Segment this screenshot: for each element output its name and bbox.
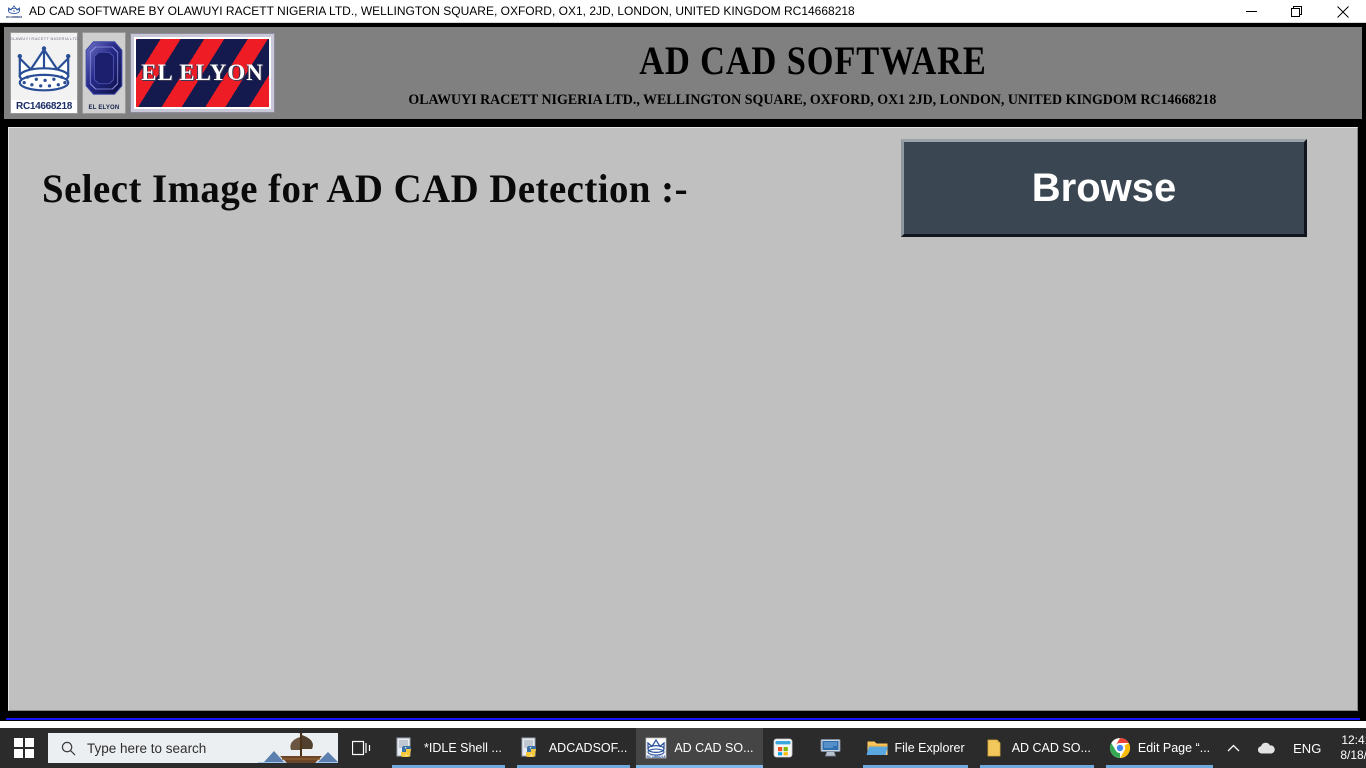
crown-logo: OLAWUYI RACETT NIGERIA LTD RC14668218 — [10, 32, 78, 114]
crown-glyph — [8, 5, 20, 14]
start-button[interactable] — [0, 728, 48, 768]
taskbar-item-idle-shell[interactable]: *IDLE Shell ... — [386, 728, 511, 768]
chevron-up-icon — [1227, 744, 1240, 751]
browse-button[interactable]: Browse — [901, 139, 1307, 237]
main-content-panel: Select Image for AD CAD Detection :- Bro… — [8, 127, 1358, 711]
this-pc-icon — [819, 737, 841, 759]
accent-underline — [6, 718, 1360, 720]
gem-logo: EL ELYON — [82, 32, 126, 114]
minimize-icon — [1245, 11, 1257, 12]
system-tray: ENG 12:41 PM 8/18/2024 — [1219, 728, 1366, 768]
taskbar-item-chrome[interactable]: Edit Page “... — [1100, 728, 1219, 768]
python-idle-icon — [395, 737, 417, 759]
titlebar-icon-regnum: RC14668218 — [6, 15, 22, 19]
app-banner: OLAWUYI RACETT NIGERIA LTD RC14668218 EL… — [4, 27, 1362, 119]
close-button[interactable] — [1320, 0, 1366, 23]
taskbar-item-label: AD CAD SO... — [674, 741, 754, 755]
taskbar-item-this-pc[interactable] — [810, 728, 857, 768]
taskbar-item-ad-cad-folder[interactable]: AD CAD SO... — [974, 728, 1100, 768]
el-elyon-banner-text: EL ELYON — [141, 60, 264, 85]
restore-button[interactable] — [1274, 0, 1320, 23]
taskbar-item-microsoft-store[interactable] — [763, 728, 810, 768]
search-placeholder: Type here to search — [87, 740, 207, 756]
task-view-icon — [352, 740, 371, 756]
gem-icon — [85, 41, 123, 95]
banner-subtitle: OLAWUYI RACETT NIGERIA LTD., WELLINGTON … — [408, 91, 1217, 108]
window-titlebar[interactable]: RC14668218 AD CAD SOFTWARE BY OLAWUYI RA… — [0, 0, 1366, 23]
banner-text-block: AD CAD SOFTWARE OLAWUYI RACETT NIGERIA L… — [275, 27, 1362, 119]
chrome-icon — [1109, 737, 1131, 759]
taskbar-item-adcadsoftware-py[interactable]: ADCADSOF... — [511, 728, 637, 768]
minimize-button[interactable] — [1228, 0, 1274, 23]
svg-text:RC14668218: RC14668218 — [647, 755, 666, 759]
window-title: AD CAD SOFTWARE BY OLAWUYI RACETT NIGERI… — [29, 4, 855, 18]
microsoft-store-icon — [772, 737, 794, 759]
onedrive-cloud-icon — [1258, 742, 1275, 754]
taskbar-item-label: Edit Page “... — [1137, 741, 1211, 755]
python-idle-icon — [520, 737, 542, 759]
search-icon — [61, 741, 76, 755]
ad-cad-app-icon: RC14668218 — [6, 3, 22, 19]
taskbar-item-label: AD CAD SO... — [1011, 741, 1091, 755]
taskbar-item-label: File Explorer — [894, 741, 965, 755]
clock-date: 8/18/2024 — [1340, 748, 1366, 762]
application-window: OLAWUYI RACETT NIGERIA LTD RC14668218 EL… — [0, 23, 1366, 721]
el-elyon-stripes: EL ELYON — [134, 37, 271, 109]
show-hidden-icons-button[interactable] — [1219, 728, 1248, 768]
crown-icon — [17, 46, 71, 92]
window-controls — [1228, 0, 1366, 23]
logo-strip: OLAWUYI RACETT NIGERIA LTD RC14668218 EL… — [4, 27, 275, 119]
language-indicator[interactable]: ENG — [1284, 741, 1330, 756]
search-input[interactable]: Type here to search — [48, 733, 338, 763]
search-ship-illustration — [258, 733, 338, 763]
windows-start-icon — [14, 738, 34, 758]
taskbar-item-ad-cad-software[interactable]: RC14668218 AD CAD SO... — [636, 728, 763, 768]
taskbar-item-file-explorer[interactable]: File Explorer — [857, 728, 974, 768]
browse-button-label: Browse — [1031, 165, 1177, 210]
taskbar-item-label: *IDLE Shell ... — [424, 741, 502, 755]
folder-icon — [983, 737, 1005, 759]
onedrive-button[interactable] — [1248, 728, 1284, 768]
crown-logo-regnum: RC14668218 — [11, 100, 77, 113]
clock[interactable]: 12:41 PM 8/18/2024 — [1330, 733, 1366, 763]
close-icon — [1337, 5, 1349, 18]
el-elyon-banner-logo: EL ELYON — [130, 33, 275, 113]
ad-cad-app-icon: RC14668218 — [645, 737, 667, 759]
restore-icon — [1291, 5, 1302, 17]
select-image-prompt: Select Image for AD CAD Detection :- — [42, 166, 688, 211]
taskbar-item-label: ADCADSOF... — [548, 741, 628, 755]
banner-title: AD CAD SOFTWARE — [638, 37, 987, 83]
windows-taskbar: Type here to search *IDLE Shell ... ADCA… — [0, 728, 1366, 768]
task-view-button[interactable] — [338, 728, 386, 768]
gem-logo-label: EL ELYON — [88, 105, 120, 111]
file-explorer-icon — [866, 737, 888, 759]
clock-time: 12:41 PM — [1341, 733, 1366, 747]
